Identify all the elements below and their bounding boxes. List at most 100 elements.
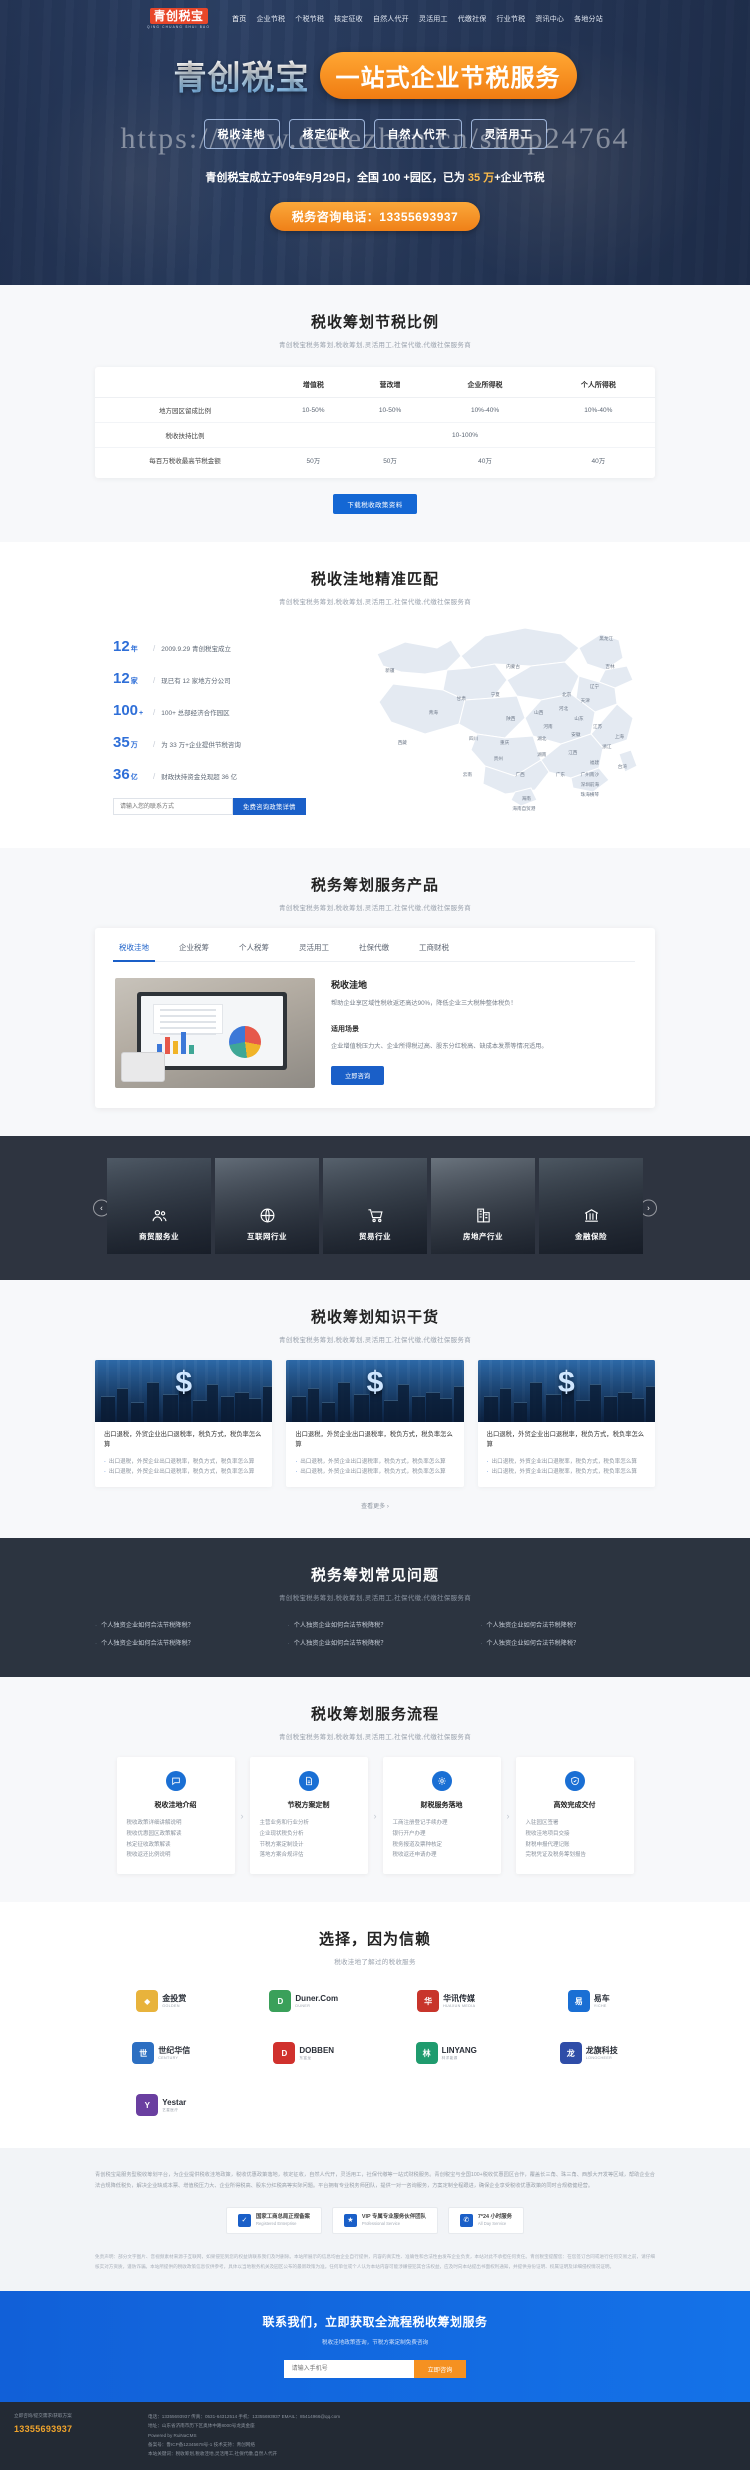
- knowledge-link-0[interactable]: 出口退税，外贸企业出口退税率，税负方式，税负率怎么算: [487, 1457, 646, 1467]
- process-step-line-3: 税收返还申请办理: [392, 1852, 437, 1859]
- building-shape: [384, 1400, 399, 1422]
- knowledge-link-1[interactable]: 出口退税，外贸企业出口退税率，税负方式，税负率怎么算: [104, 1467, 263, 1477]
- partner-subname: YICHE: [593, 2003, 607, 2008]
- process-step-title: 财税服务落地: [420, 1802, 463, 1810]
- faq-item-2[interactable]: 个人独资企业如何合法节税降税？: [480, 1620, 655, 1629]
- nav-item-4[interactable]: 自然人代开: [373, 14, 409, 24]
- faq-item-3[interactable]: 个人独资企业如何合法节税降税？: [95, 1638, 270, 1647]
- china-map[interactable]: 黑龙江 吉林 辽宁 内蒙古 新疆 甘肃 宁夏 北京 天津 河北 山西 陕西 山东 青海 西藏 四川 重庆 河南 安徽…: [345, 620, 655, 820]
- nav-item-8[interactable]: 资讯中心: [535, 14, 564, 24]
- map-search-button[interactable]: 免费咨询政策详情: [233, 798, 306, 815]
- faq-item-1[interactable]: 个人独资企业如何合法节税降税？: [288, 1620, 463, 1629]
- knowledge-card-1[interactable]: $ 出口退税，外贸企业出口退税率，税负方式，税负率怎么算 出口退税，外贸企业出口…: [286, 1360, 464, 1488]
- product-tab-0[interactable]: 税收洼地: [113, 942, 155, 962]
- province-label-22: 浙江: [602, 744, 612, 749]
- process-step-3[interactable]: 高效完成交付 入驻园区签署 税收洼地项目交接 财税申报代理记账 完税凭证及税务筹划报告: [515, 1757, 634, 1875]
- download-policy-button[interactable]: 下载税收政策资料: [333, 494, 417, 514]
- product-tab-4[interactable]: 社保代缴: [359, 942, 389, 961]
- process-step-2[interactable]: 财税服务落地 工商注册登记手续办理 银行开户办理 税务报道及票种核定 税收返还申请办理: [382, 1757, 501, 1875]
- industry-card-2[interactable]: 贸易行业: [323, 1158, 427, 1254]
- hero-tag-2[interactable]: 自然人代开: [373, 119, 462, 150]
- nav-item-7[interactable]: 行业节税: [497, 14, 526, 24]
- map-content: 12年 / 2009.9.29 青创税宝成立 12家 / 现已有 12 家地方分…: [95, 620, 655, 820]
- industry-card-3[interactable]: 房地产行业: [431, 1158, 535, 1254]
- product-subtitle: 青创税宝税务筹划,税收筹划,灵活用工,社保代缴,代缴社保服务商: [278, 905, 472, 912]
- knowledge-more-link[interactable]: 查看更多 ›: [361, 1501, 389, 1510]
- product-detail-title: 税收洼地: [331, 980, 368, 990]
- product-tab-1[interactable]: 企业税筹: [179, 942, 209, 961]
- knowledge-link-1[interactable]: 出口退税，外贸企业出口退税率，税负方式，税负率怎么算: [295, 1467, 454, 1477]
- industry-card-0[interactable]: 商贸服务业: [107, 1158, 211, 1254]
- product-tab-2[interactable]: 个人税筹: [239, 942, 269, 961]
- partner-logo-3[interactable]: 易 易车 YICHE: [567, 1986, 610, 2016]
- partner-logo-0[interactable]: ◆ 金投赏 GOLDEN: [136, 1986, 186, 2016]
- main-nav: 首页 企业节税 个税节税 核定征收 自然人代开 灵活用工 代缴社保 行业节税 资讯中心 各地分站: [232, 14, 603, 24]
- knowledge-card-image: $: [95, 1360, 273, 1422]
- ratio-cell-2-3: 40万: [591, 458, 606, 465]
- nav-item-2[interactable]: 个税节税: [295, 14, 324, 24]
- hero-tag-3[interactable]: 灵活用工: [470, 119, 547, 150]
- partner-mark-icon: D: [273, 2042, 296, 2065]
- map-search-input[interactable]: [113, 798, 233, 815]
- hero-phone-button[interactable]: 税务咨询电话：13355693937: [269, 202, 481, 232]
- partner-name: Duner.Com: [295, 1994, 339, 2004]
- nav-item-0[interactable]: 首页: [232, 14, 246, 24]
- process-section: 税收筹划服务流程 青创税宝税务筹划,税收筹划,灵活用工,社保代缴,代缴社保服务商…: [0, 1677, 750, 1903]
- industry-card-4[interactable]: 金融保险: [539, 1158, 643, 1254]
- process-step-1[interactable]: 节税方案定制 主营业务和行业分析 企业现状税负分析 节税方案定制设计 落地方案合规评估: [249, 1757, 368, 1875]
- knowledge-link-0[interactable]: 出口退税，外贸企业出口退税率，税负方式，税负率怎么算: [104, 1457, 263, 1467]
- nav-item-5[interactable]: 灵活用工: [419, 14, 448, 24]
- faq-item-5[interactable]: 个人独资企业如何合法节税降税？: [480, 1638, 655, 1647]
- process-step-0[interactable]: 税收洼地介绍 税收政策详细讲解说明 税收优惠园区政策解读 核定征收政策解读 税收返还比…: [116, 1757, 235, 1875]
- partner-name: Yestar: [162, 2098, 187, 2108]
- partner-logo-1[interactable]: D Duner.Com DUNER: [269, 1986, 338, 2016]
- knowledge-card-0[interactable]: $ 出口退税，外贸企业出口退税率，税负方式，税负率怎么算 出口退税，外贸企业出口…: [95, 1360, 273, 1488]
- knowledge-card-2[interactable]: $ 出口退税，外贸企业出口退税率，税负方式，税负率怎么算 出口退税，外贸企业出口…: [477, 1360, 655, 1488]
- building-shape: [322, 1402, 336, 1422]
- site-logo[interactable]: 青创税宝 QING CHUANG SHUI BAO: [147, 8, 210, 29]
- partner-logo-8[interactable]: Y Yestar 艺星医疗: [136, 2090, 186, 2120]
- product-consult-button[interactable]: 立即咨询: [331, 1066, 385, 1086]
- industry-card-1[interactable]: 互联网行业: [215, 1158, 319, 1254]
- cta-form: 立即咨询: [0, 2360, 750, 2379]
- ratio-subtitle: 青创税宝税务筹划,税收筹划,灵活用工,社保代缴,代缴社保服务商: [278, 342, 472, 349]
- faq-item-4[interactable]: 个人独资企业如何合法节税降税？: [288, 1638, 463, 1647]
- hero-phone-label: 税务咨询电话：: [291, 210, 380, 225]
- building-shape: [131, 1402, 144, 1422]
- nav-item-6[interactable]: 代缴社保: [458, 14, 487, 24]
- building-shape: [292, 1396, 307, 1422]
- hero-tag-1[interactable]: 核定征收: [288, 119, 365, 150]
- province-label-0: 黑龙江: [599, 636, 613, 641]
- page-root: 青创税宝 QING CHUANG SHUI BAO 首页 企业节税 个税节税 核定征收…: [0, 0, 750, 2470]
- partner-name: 华讯传媒: [443, 1994, 476, 2004]
- star-icon: ★: [343, 2213, 357, 2227]
- product-tab-5[interactable]: 工商财税: [419, 942, 449, 961]
- footer-badge-title: VIP 专属专业服务伙伴团队: [361, 2214, 426, 2221]
- cta-submit-button[interactable]: 立即咨询: [413, 2360, 467, 2379]
- bottom-phone: 13355693937: [14, 2424, 73, 2435]
- bottom-line-0: 电话：13355693937 传真：0531-64312514 手机：13355…: [148, 2414, 341, 2420]
- partner-name: 金投赏: [162, 1994, 187, 2004]
- logo-subtext: QING CHUANG SHUI BAO: [147, 25, 211, 29]
- product-tab-3[interactable]: 灵活用工: [299, 942, 329, 961]
- province-label-4: 新疆: [385, 668, 395, 673]
- nav-item-9[interactable]: 各地分站: [574, 14, 603, 24]
- partner-logo-4[interactable]: 世 世纪华信 CENTURY: [132, 2038, 190, 2068]
- province-label-14: 西藏: [397, 740, 407, 745]
- hero-tag-0[interactable]: 税收洼地: [203, 119, 280, 150]
- knowledge-link-0[interactable]: 出口退税，外贸企业出口退税率，税负方式，税负率怎么算: [295, 1457, 454, 1467]
- partner-logo-6[interactable]: 林 LINYANG 林洋能源: [415, 2038, 477, 2068]
- faq-item-0[interactable]: 个人独资企业如何合法节税降税？: [95, 1620, 270, 1629]
- china-map-shape: [376, 627, 638, 807]
- partner-logo-2[interactable]: 华 华讯传媒 HUAXUN MEDIA: [417, 1986, 475, 2016]
- cta-phone-input[interactable]: [283, 2360, 414, 2379]
- partner-logo-5[interactable]: D DOBBEN 东富龙: [273, 2038, 334, 2068]
- knowledge-link-1[interactable]: 出口退税，外贸企业出口退税率，税负方式，税负率怎么算: [487, 1467, 646, 1477]
- nav-item-3[interactable]: 核定征收: [334, 14, 363, 24]
- dollar-icon: $: [557, 1366, 575, 1399]
- partner-logo-7[interactable]: 龙 龙旗科技 LONGCHEER: [559, 2038, 618, 2068]
- ratio-section: 税收筹划节税比例 青创税宝税务筹划,税收筹划,灵活用工,社保代缴,代缴社保服务商…: [0, 285, 750, 542]
- partner-text: Yestar 艺星医疗: [162, 2098, 186, 2111]
- nav-item-1[interactable]: 企业节税: [256, 14, 285, 24]
- industry-section: ‹ › 商贸服务业 互联网行业 贸易行业 房地产行业 金融保险: [0, 1136, 750, 1280]
